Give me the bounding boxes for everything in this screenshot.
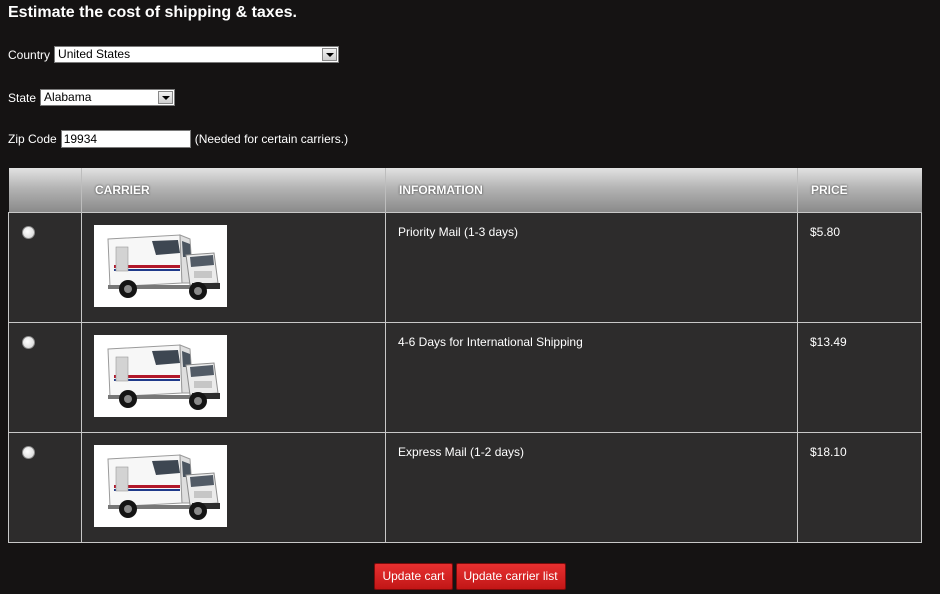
zip-label: Zip Code xyxy=(8,132,57,146)
update-cart-button[interactable]: Update cart xyxy=(374,563,453,590)
carrier-info: Express Mail (1-2 days) xyxy=(385,432,798,543)
table-row: 4-6 Days for International Shipping $13.… xyxy=(8,322,922,433)
page-title: Estimate the cost of shipping & taxes. xyxy=(8,4,297,21)
carrier-price: $18.10 xyxy=(797,432,922,543)
carrier-radio[interactable] xyxy=(22,446,35,459)
mail-truck-image xyxy=(94,445,227,527)
carrier-info: Priority Mail (1-3 days) xyxy=(385,212,798,323)
state-selected-value: Alabama xyxy=(44,90,92,104)
chevron-down-icon[interactable] xyxy=(158,91,174,104)
mail-truck-image xyxy=(94,225,227,307)
country-selected-value: United States xyxy=(58,47,131,61)
country-row: Country United States xyxy=(8,46,340,63)
country-label: Country xyxy=(8,47,51,62)
zip-code-input[interactable] xyxy=(60,130,191,148)
zip-row: Zip Code (Needed for certain carriers.) xyxy=(8,130,348,148)
carrier-price: $13.49 xyxy=(797,322,922,433)
action-buttons: Update cart Update carrier list xyxy=(0,563,940,590)
update-carrier-list-button[interactable]: Update carrier list xyxy=(455,563,566,590)
country-select[interactable]: United States xyxy=(54,46,340,63)
state-row: State Alabama xyxy=(8,89,176,106)
chevron-down-icon[interactable] xyxy=(322,48,338,61)
state-label: State xyxy=(8,90,37,105)
table-header-row: CARRIER INFORMATION PRICE xyxy=(8,168,922,213)
table-row: Priority Mail (1-3 days) $5.80 xyxy=(8,212,922,323)
carrier-radio[interactable] xyxy=(22,226,35,239)
table-row: Express Mail (1-2 days) $18.10 xyxy=(8,432,922,543)
carrier-radio[interactable] xyxy=(22,336,35,349)
carrier-info: 4-6 Days for International Shipping xyxy=(385,322,798,433)
header-price: PRICE xyxy=(797,168,922,213)
header-carrier: CARRIER xyxy=(81,168,386,213)
mail-truck-image xyxy=(94,335,227,417)
carrier-price: $5.80 xyxy=(797,212,922,323)
zip-note: (Needed for certain carriers.) xyxy=(194,132,349,146)
header-information: INFORMATION xyxy=(385,168,798,213)
carrier-table: CARRIER INFORMATION PRICE Priority Mail … xyxy=(8,168,922,543)
state-select[interactable]: Alabama xyxy=(40,89,176,106)
header-select xyxy=(8,168,82,213)
